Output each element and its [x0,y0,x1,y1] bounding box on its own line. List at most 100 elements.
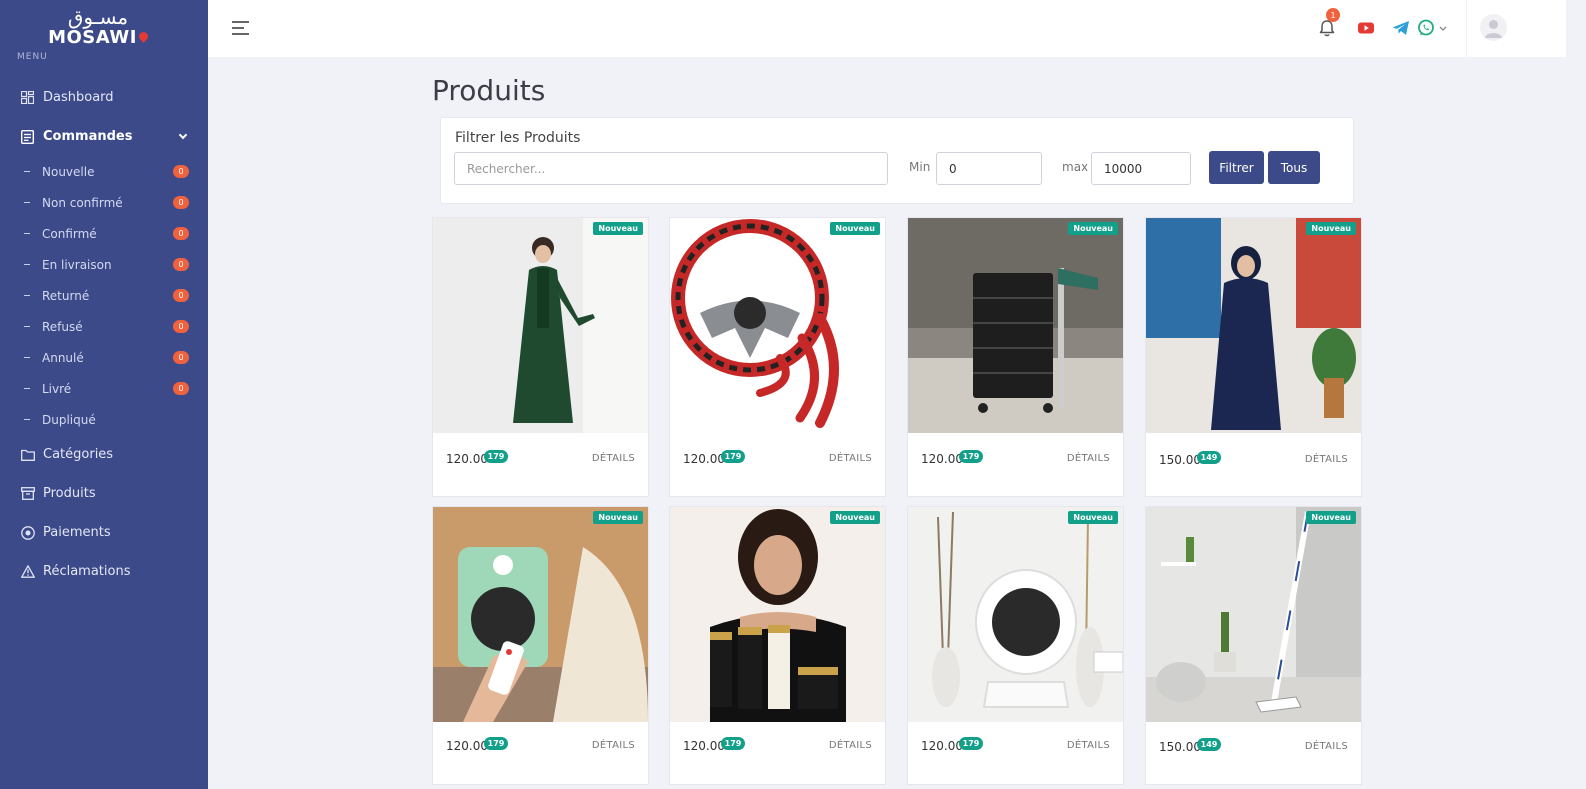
new-badge: Nouveau [830,222,880,235]
details-link[interactable]: DÉTAILS [1305,741,1348,752]
logo-arabic: مسـوق [67,5,129,29]
top-header [208,0,1466,57]
product-card[interactable]: Nouveau 120.00 179 DÉTAILS [432,506,649,785]
details-link[interactable]: DÉTAILS [1067,453,1110,464]
sub-item-en-livraison[interactable]: En livraison 0 [0,249,208,280]
sidebar-item-reclamations[interactable]: Réclamations [0,552,208,591]
new-badge: Nouveau [1306,222,1356,235]
stock-badge: 179 [721,737,745,750]
sidebar: مسـوق MOSAWI MENU Dashboard Commandes No… [0,0,208,789]
details-link[interactable]: DÉTAILS [1067,740,1110,751]
sub-item-non-confirme[interactable]: Non confirmé 0 [0,187,208,218]
product-price: 120.00 [446,452,488,466]
sidebar-item-label: Catégories [43,447,114,462]
stock-badge: 149 [1197,738,1221,751]
new-badge: Nouveau [1306,511,1356,524]
sub-item-label: En livraison [42,257,112,272]
sub-item-confirme[interactable]: Confirmé 0 [0,218,208,249]
product-price: 150.00 [1159,740,1201,754]
max-price-input[interactable] [1091,152,1191,185]
product-price: 150.00 [1159,453,1201,467]
logo-text: MOSAWI [48,27,137,48]
all-button[interactable]: Tous [1268,151,1320,184]
product-card[interactable]: Nouveau 120.00 179 DÉTAILS [432,217,649,497]
stock-badge: 179 [959,450,983,463]
sub-item-returne[interactable]: Returné 0 [0,280,208,311]
count-badge: 0 [173,382,189,395]
sidebar-item-label: Produits [43,486,96,501]
product-image[interactable]: Nouveau [908,507,1123,722]
filter-button[interactable]: Filtrer [1209,151,1264,184]
sub-item-refuse[interactable]: Refusé 0 [0,311,208,342]
sidebar-nav: Dashboard Commandes Nouvelle 0 Non confir… [0,78,208,591]
product-card[interactable]: Nouveau 120.00 179 DÉTAILS [907,217,1124,497]
product-card[interactable]: Nouveau 120.00 179 DÉTAILS [907,506,1124,785]
avatar[interactable] [1480,14,1507,41]
product-image[interactable]: Nouveau [1146,507,1361,722]
sub-item-label: Confirmé [42,226,97,241]
sidebar-item-label: Réclamations [43,564,131,579]
stock-badge: 149 [1197,451,1221,464]
sidebar-item-label: Paiements [43,525,111,540]
stock-badge: 179 [484,450,508,463]
product-price: 120.00 [683,739,725,753]
details-link[interactable]: DÉTAILS [829,453,872,464]
sidebar-item-produits[interactable]: Produits [0,474,208,513]
sub-item-label: Annulé [42,350,84,365]
youtube-icon[interactable] [1355,17,1377,39]
sidebar-item-label: Commandes [43,129,133,144]
max-label: max [1062,160,1089,174]
sub-item-annule[interactable]: Annulé 0 [0,342,208,373]
new-badge: Nouveau [593,222,643,235]
product-price: 120.00 [921,739,963,753]
new-badge: Nouveau [830,511,880,524]
details-link[interactable]: DÉTAILS [592,453,635,464]
sub-item-label: Refusé [42,319,83,334]
product-image[interactable]: Nouveau [433,218,648,433]
product-image[interactable]: Nouveau [1146,218,1361,433]
sub-item-nouvelle[interactable]: Nouvelle 0 [0,156,208,187]
sidebar-item-commandes[interactable]: Commandes [0,117,208,156]
new-badge: Nouveau [593,511,643,524]
coin-icon [20,525,35,540]
search-input[interactable] [454,152,888,185]
count-badge: 0 [173,227,189,240]
sidebar-item-dashboard[interactable]: Dashboard [0,78,208,117]
location-pin-icon [137,30,150,43]
chevron-down-icon[interactable] [1437,17,1449,39]
product-image[interactable]: Nouveau [908,218,1123,433]
product-price: 120.00 [683,452,725,466]
details-link[interactable]: DÉTAILS [1305,454,1348,465]
product-image[interactable]: Nouveau [670,507,885,722]
sidebar-item-categories[interactable]: Catégories [0,435,208,474]
sub-item-label: Non confirmé [42,195,123,210]
sub-item-label: Nouvelle [42,164,95,179]
whatsapp-icon[interactable] [1415,17,1437,39]
menu-toggle-icon[interactable] [232,21,249,35]
details-link[interactable]: DÉTAILS [829,740,872,751]
stock-badge: 179 [721,450,745,463]
product-card[interactable]: Nouveau 120.00 179 DÉTAILS [669,217,886,497]
product-image[interactable]: Nouveau [670,218,885,433]
logo[interactable]: مسـوق MOSAWI [48,5,150,48]
filter-card: Filtrer les Produits Min max Filtrer Tou… [440,117,1354,204]
folder-icon [20,447,35,462]
sub-item-livre[interactable]: Livré 0 [0,373,208,404]
new-badge: Nouveau [1068,222,1118,235]
min-price-input[interactable] [936,152,1042,185]
telegram-icon[interactable] [1390,17,1412,39]
sidebar-item-paiements[interactable]: Paiements [0,513,208,552]
filter-title: Filtrer les Produits [455,130,581,146]
count-badge: 0 [173,289,189,302]
count-badge: 0 [173,320,189,333]
product-image[interactable]: Nouveau [433,507,648,722]
sub-item-duplique[interactable]: Dupliqué [0,404,208,435]
warning-icon [20,564,35,579]
product-card[interactable]: Nouveau 150.00 149 DÉTAILS [1145,217,1362,497]
product-card[interactable]: Nouveau 120.00 179 DÉTAILS [669,506,886,785]
product-card[interactable]: Nouveau 150.00 149 DÉTAILS [1145,506,1362,785]
page-title: Produits [432,74,546,107]
dashboard-icon [20,90,35,105]
details-link[interactable]: DÉTAILS [592,740,635,751]
count-badge: 0 [173,165,189,178]
